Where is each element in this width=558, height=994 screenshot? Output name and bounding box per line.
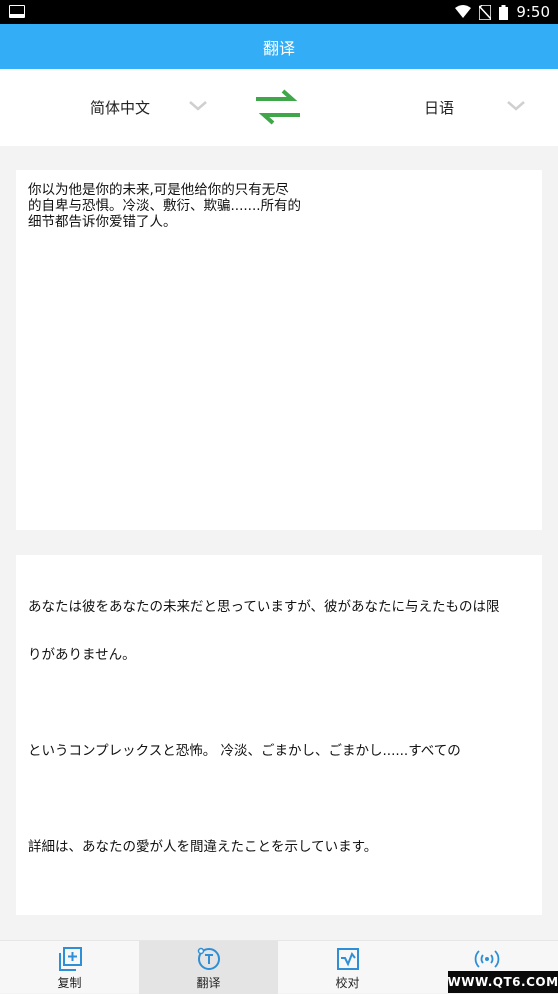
app-bar: 翻译 <box>0 24 558 69</box>
tab-label: 复制 <box>57 976 82 990</box>
language-bar: 简体中文 日语 <box>0 69 558 146</box>
clock: 9:50 <box>516 3 550 21</box>
translate-icon <box>197 947 220 970</box>
translation-result-area: あなたは彼をあなたの未来だと思っていますが、彼があなたに与えたものは限 りがあり… <box>16 555 542 915</box>
no-sim-icon <box>479 4 492 20</box>
translation-line: というコンプレックスと恐怖。 冷淡、ごまかし、ごまかし......すべての <box>28 743 461 759</box>
chevron-down-icon[interactable] <box>188 99 208 113</box>
swap-arrows-icon[interactable] <box>252 87 304 127</box>
tab-copy[interactable]: 复制 <box>0 941 139 994</box>
battery-icon <box>499 4 509 20</box>
status-bar: 9:50 <box>0 0 558 24</box>
tab-proofread[interactable]: 校对 <box>278 941 417 994</box>
translation-text: あなたは彼をあなたの未来だと思っていますが、彼があなたに与えたものは限 りがあり… <box>16 555 542 899</box>
chevron-down-icon[interactable] <box>506 99 526 113</box>
translation-line <box>28 695 530 711</box>
source-text: 你以为他是你的未来,可是他给你的只有无尽 的自卑与恐惧。冷淡、敷衍、欺骗....… <box>28 182 302 230</box>
tab-label: 校对 <box>335 976 360 990</box>
translation-line: あなたは彼をあなたの未来だと思っていますが、彼があなたに与えたものは限 <box>28 599 500 615</box>
translation-line: 詳細は、あなたの愛が人を間違えたことを示しています。 <box>28 839 378 855</box>
source-text-area[interactable]: 你以为他是你的未来,可是他给你的只有无尽 的自卑与恐惧。冷淡、敷衍、欺骗....… <box>16 170 542 530</box>
translation-line <box>28 791 530 807</box>
page-title: 翻译 <box>262 38 295 58</box>
source-language-label: 简体中文 <box>90 99 151 117</box>
source-language-selector[interactable]: 简体中文 <box>90 69 150 146</box>
voice-broadcast-icon <box>474 950 499 968</box>
target-language-label: 日语 <box>424 99 455 117</box>
target-language-selector[interactable]: 日语 <box>424 69 454 146</box>
proofread-icon <box>336 948 359 970</box>
wifi-icon <box>455 5 472 18</box>
screenshot-notification-icon <box>9 5 25 18</box>
tab-translate[interactable]: 翻译 <box>139 941 278 994</box>
tab-label: 翻译 <box>196 976 221 990</box>
copy-icon <box>58 947 82 971</box>
status-icons: 9:50 <box>455 0 550 24</box>
watermark: WWW.QT6.COM <box>447 971 558 993</box>
translation-line: りがありません。 <box>28 647 136 663</box>
